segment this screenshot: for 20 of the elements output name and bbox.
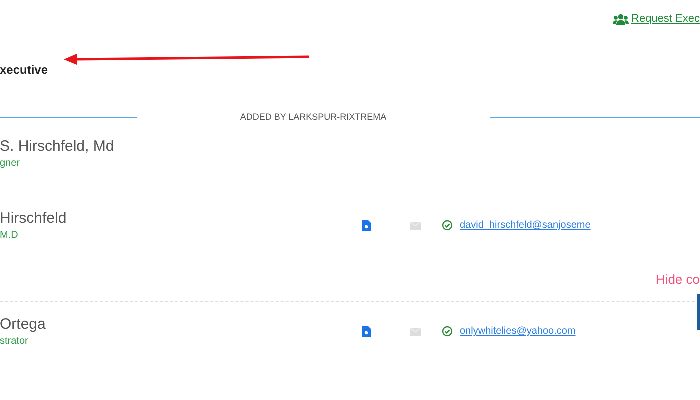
- contact-role: strator: [0, 336, 30, 347]
- mail-icon[interactable]: [410, 222, 421, 230]
- check-circle-icon: [442, 326, 453, 337]
- contact-name: S. Hirschfeld, Md: [0, 138, 116, 155]
- check-circle-icon: [442, 220, 453, 231]
- file-icon[interactable]: [362, 220, 371, 231]
- contact-role: gner: [0, 158, 22, 169]
- contact-name: Ortega: [0, 316, 47, 333]
- side-button[interactable]: [697, 294, 700, 330]
- section-label: ADDED BY LARKSPUR-RIXTREMA: [239, 112, 388, 122]
- page-title: xecutive: [0, 63, 48, 77]
- mail-icon[interactable]: [410, 328, 421, 336]
- users-icon: [612, 14, 629, 24]
- email-link[interactable]: david_hirschfeld@sanjoseme: [460, 220, 700, 231]
- contact-role: M.D: [0, 230, 20, 241]
- hide-contacts-link[interactable]: Hide co: [656, 272, 700, 287]
- email-link[interactable]: onlywhitelies@yahoo.com: [460, 326, 700, 337]
- contact-name: Hirschfeld: [0, 210, 68, 227]
- file-icon[interactable]: [362, 326, 371, 337]
- request-link[interactable]: Request Exec: [612, 9, 700, 29]
